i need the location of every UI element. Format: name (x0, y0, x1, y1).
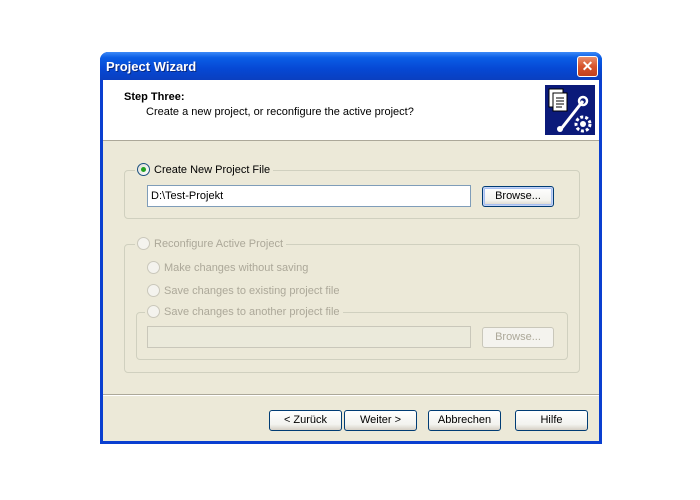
next-button[interactable]: Weiter > (344, 410, 417, 431)
close-button[interactable]: ✕ (577, 56, 598, 77)
option-make-changes[interactable]: Make changes without saving (147, 261, 308, 274)
another-path-field[interactable] (147, 326, 471, 348)
cancel-button[interactable]: Abbrechen (428, 410, 501, 431)
document-wrench-gear-icon (545, 85, 595, 135)
window-title: Project Wizard (106, 59, 197, 74)
radio-checked-icon[interactable] (137, 163, 150, 176)
project-path-field[interactable]: D:\Test-Projekt (147, 185, 471, 207)
reconfigure-project-radio[interactable]: Reconfigure Active Project (135, 237, 287, 250)
step-description: Create a new project, or reconfigure the… (146, 106, 414, 118)
option-label: Save changes to existing project file (164, 284, 340, 297)
radio-unchecked-icon[interactable] (147, 261, 160, 274)
footer-separator (103, 394, 599, 396)
close-icon: ✕ (581, 58, 594, 74)
help-button[interactable]: Hilfe (515, 410, 588, 431)
option-save-another[interactable]: Save changes to another project file (145, 305, 343, 318)
wizard-header: Step Three: Create a new project, or rec… (103, 80, 599, 141)
create-project-label: Create New Project File (154, 163, 271, 176)
radio-unchecked-icon[interactable] (147, 305, 160, 318)
radio-unchecked-icon[interactable] (137, 237, 150, 250)
back-button[interactable]: < Zurück (269, 410, 342, 431)
create-project-radio[interactable]: Create New Project File (135, 163, 274, 176)
step-title: Step Three: (124, 91, 185, 103)
option-save-existing[interactable]: Save changes to existing project file (147, 284, 340, 297)
dialog-client-area: Step Three: Create a new project, or rec… (103, 80, 599, 441)
browse-button[interactable]: Browse... (482, 186, 554, 207)
browse-button-disabled[interactable]: Browse... (482, 327, 554, 348)
reconfigure-project-label: Reconfigure Active Project (154, 237, 284, 250)
radio-unchecked-icon[interactable] (147, 284, 160, 297)
option-label: Save changes to another project file (164, 305, 340, 318)
option-label: Make changes without saving (164, 261, 309, 274)
project-wizard-window: Project Wizard ✕ Step Three: Create a ne… (100, 52, 602, 444)
title-bar[interactable]: Project Wizard ✕ (100, 52, 602, 80)
